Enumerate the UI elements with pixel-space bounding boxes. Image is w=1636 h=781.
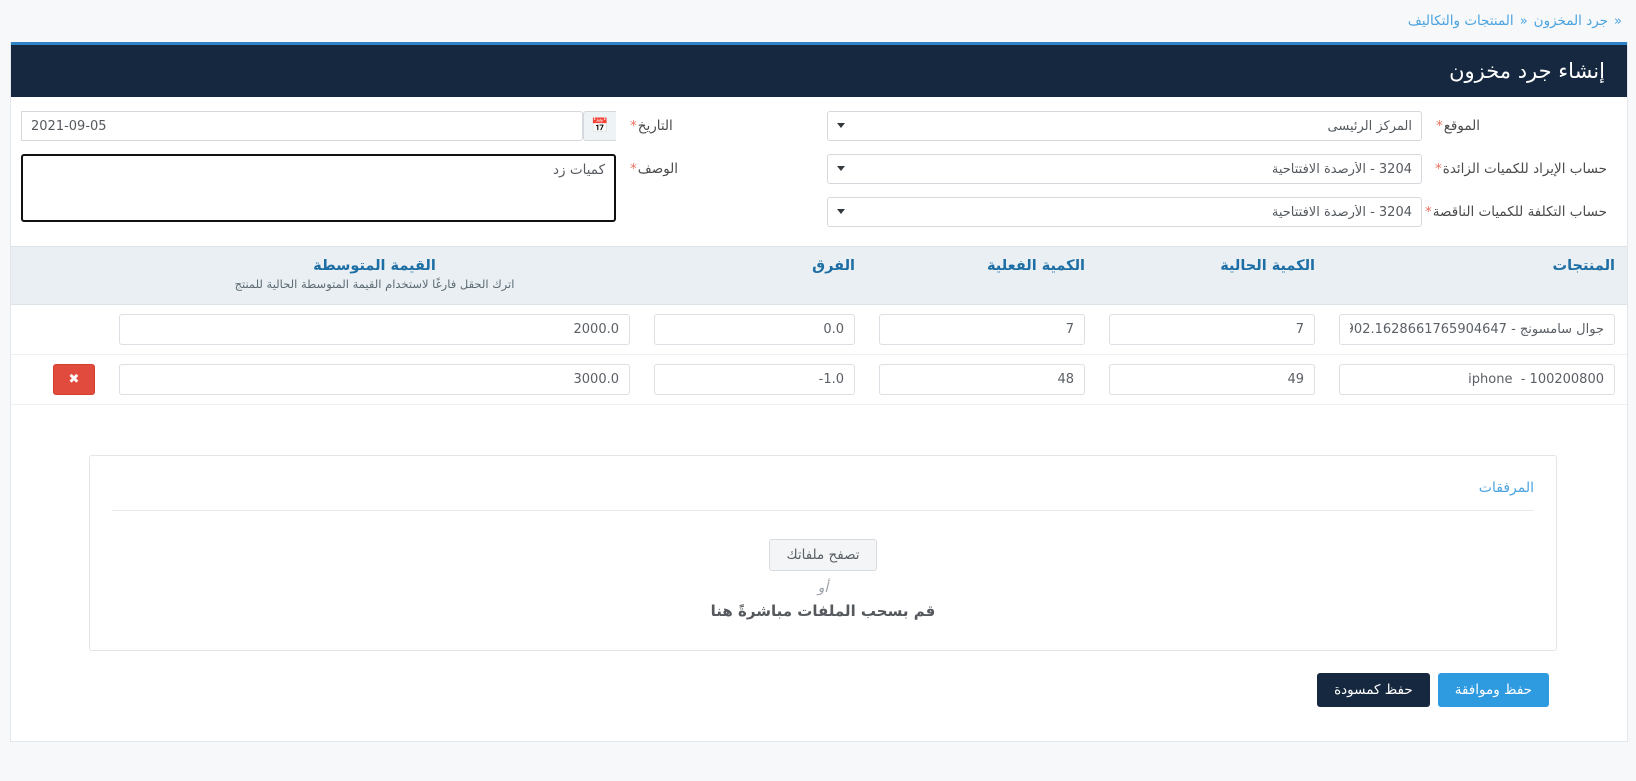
items-table-body: ✖ <box>11 304 1627 404</box>
label-text-revenue-account: حساب الإيراد للكميات الزائدة <box>1443 161 1607 177</box>
field-date: التاريخ* 📅 <box>21 111 811 141</box>
column-header-actual-qty: الكمية الفعلية <box>867 247 1097 305</box>
table-row: ✖ <box>11 354 1627 404</box>
form-area: الموقع* المركز الرئيسى حساب الإيراد للكم… <box>11 97 1627 246</box>
actual-qty-input[interactable] <box>879 314 1085 345</box>
average-value-input[interactable] <box>119 364 630 395</box>
product-input[interactable] <box>1339 314 1615 345</box>
attachments-dropzone[interactable]: تصفح ملفاتك أو قم بسحب الملفات مباشرةً ه… <box>112 511 1534 620</box>
items-table-head: المنتجات الكمية الحالية الكمية الفعلية ا… <box>11 247 1627 305</box>
difference-input[interactable] <box>654 314 855 345</box>
breadcrumb-separator: « <box>1520 14 1528 29</box>
page-title: إنشاء جرد مخزون <box>1449 59 1605 83</box>
cell-product <box>1327 304 1627 354</box>
calendar-icon[interactable]: 📅 <box>583 111 616 141</box>
page-card: إنشاء جرد مخزون الموقع* المركز الرئيسى <box>10 42 1628 742</box>
form-column-right: الموقع* المركز الرئيسى حساب الإيراد للكم… <box>819 111 1617 240</box>
cell-average-value <box>107 354 642 404</box>
label-text-cost-account: حساب التكلفة للكميات الناقصة <box>1433 204 1607 220</box>
current-qty-input[interactable] <box>1109 314 1315 345</box>
attachments-or-label: أو <box>112 580 1534 596</box>
actual-qty-input[interactable] <box>879 364 1085 395</box>
breadcrumb: « جرد المخزون « المنتجات والتكاليف <box>1408 13 1622 29</box>
cell-average-value <box>107 304 642 354</box>
column-header-current-qty: الكمية الحالية <box>1097 247 1327 305</box>
delete-row-button[interactable]: ✖ <box>53 364 95 395</box>
description-textarea[interactable] <box>21 154 616 222</box>
column-header-average-value-hint: اترك الحقل فارغًا لاستخدام القيمة المتوس… <box>119 277 630 293</box>
current-qty-input[interactable] <box>1109 364 1315 395</box>
field-description: الوصف* <box>21 154 811 226</box>
cost-account-select[interactable]: 3204 - الأرصدة الافتتاحية <box>827 197 1422 227</box>
label-text-description: الوصف <box>638 161 678 177</box>
attachments-section: المرفقات تصفح ملفاتك أو قم بسحب الملفات … <box>11 405 1627 651</box>
breadcrumb-bar: « جرد المخزون « المنتجات والتكاليف <box>0 0 1636 42</box>
location-select-wrap: المركز الرئيسى <box>827 111 1422 141</box>
cost-account-select-wrap: 3204 - الأرصدة الافتتاحية <box>827 197 1422 227</box>
cell-actual-qty <box>867 304 1097 354</box>
required-marker-revenue-account: * <box>1435 161 1442 177</box>
breadcrumb-item-inventory-count[interactable]: جرد المخزون <box>1534 13 1608 29</box>
field-label-date: التاريخ* <box>616 111 811 136</box>
column-header-difference: الفرق <box>642 247 867 305</box>
cell-difference <box>642 304 867 354</box>
required-marker-cost-account: * <box>1425 204 1432 220</box>
cell-actual-qty <box>867 354 1097 404</box>
date-input-group: 📅 <box>21 111 616 141</box>
field-revenue-account: حساب الإيراد للكميات الزائدة* 3204 - الأ… <box>827 154 1617 184</box>
required-marker-location: * <box>1436 118 1443 134</box>
browse-files-button[interactable]: تصفح ملفاتك <box>769 539 876 571</box>
close-icon: ✖ <box>69 371 80 387</box>
page-header: إنشاء جرد مخزون <box>11 42 1627 97</box>
cell-difference <box>642 354 867 404</box>
cell-current-qty <box>1097 304 1327 354</box>
footer-actions: حفظ وموافقة حفظ كمسودة <box>11 651 1627 727</box>
required-marker-date: * <box>630 118 637 134</box>
field-label-cost-account: حساب التكلفة للكميات الناقصة* <box>1422 197 1617 222</box>
field-label-location: الموقع* <box>1422 111 1617 136</box>
field-control-date: 📅 <box>21 111 616 141</box>
cell-current-qty <box>1097 354 1327 404</box>
column-header-average-value: القيمة المتوسطة اترك الحقل فارغًا لاستخد… <box>107 247 642 305</box>
field-control-description <box>21 154 616 226</box>
revenue-account-select[interactable]: 3204 - الأرصدة الافتتاحية <box>827 154 1422 184</box>
average-value-input[interactable] <box>119 314 630 345</box>
field-control-cost-account: 3204 - الأرصدة الافتتاحية <box>827 197 1422 227</box>
location-select[interactable]: المركز الرئيسى <box>827 111 1422 141</box>
save-and-approve-button[interactable]: حفظ وموافقة <box>1438 673 1549 707</box>
breadcrumb-item-products-costs[interactable]: المنتجات والتكاليف <box>1408 13 1514 29</box>
breadcrumb-lead-separator: « <box>1614 14 1622 29</box>
attachments-drag-label: قم بسحب الملفات مباشرةً هنا <box>112 602 1534 620</box>
label-text-location: الموقع <box>1444 118 1480 134</box>
field-label-description: الوصف* <box>616 154 811 179</box>
field-cost-account: حساب التكلفة للكميات الناقصة* 3204 - الأ… <box>827 197 1617 227</box>
column-header-actions <box>11 247 107 305</box>
required-marker-description: * <box>630 161 637 177</box>
product-input[interactable] <box>1339 364 1615 395</box>
save-as-draft-button[interactable]: حفظ كمسودة <box>1317 673 1430 707</box>
field-control-revenue-account: 3204 - الأرصدة الافتتاحية <box>827 154 1422 184</box>
label-text-date: التاريخ <box>638 118 673 134</box>
column-header-products: المنتجات <box>1327 247 1627 305</box>
field-location: الموقع* المركز الرئيسى <box>827 111 1617 141</box>
column-header-average-value-title: القيمة المتوسطة <box>313 258 436 274</box>
date-input[interactable] <box>21 111 583 141</box>
revenue-account-select-wrap: 3204 - الأرصدة الافتتاحية <box>827 154 1422 184</box>
difference-input[interactable] <box>654 364 855 395</box>
form-column-left: التاريخ* 📅 الوصف* <box>21 111 819 240</box>
cell-product <box>1327 354 1627 404</box>
table-row <box>11 304 1627 354</box>
field-control-location: المركز الرئيسى <box>827 111 1422 141</box>
items-table-header-row: المنتجات الكمية الحالية الكمية الفعلية ا… <box>11 247 1627 305</box>
field-label-revenue-account: حساب الإيراد للكميات الزائدة* <box>1422 154 1617 179</box>
cell-actions: ✖ <box>11 354 107 404</box>
cell-actions <box>11 304 107 354</box>
items-table: المنتجات الكمية الحالية الكمية الفعلية ا… <box>11 246 1627 405</box>
attachments-title[interactable]: المرفقات <box>112 474 1534 511</box>
attachments-box: المرفقات تصفح ملفاتك أو قم بسحب الملفات … <box>89 455 1557 651</box>
